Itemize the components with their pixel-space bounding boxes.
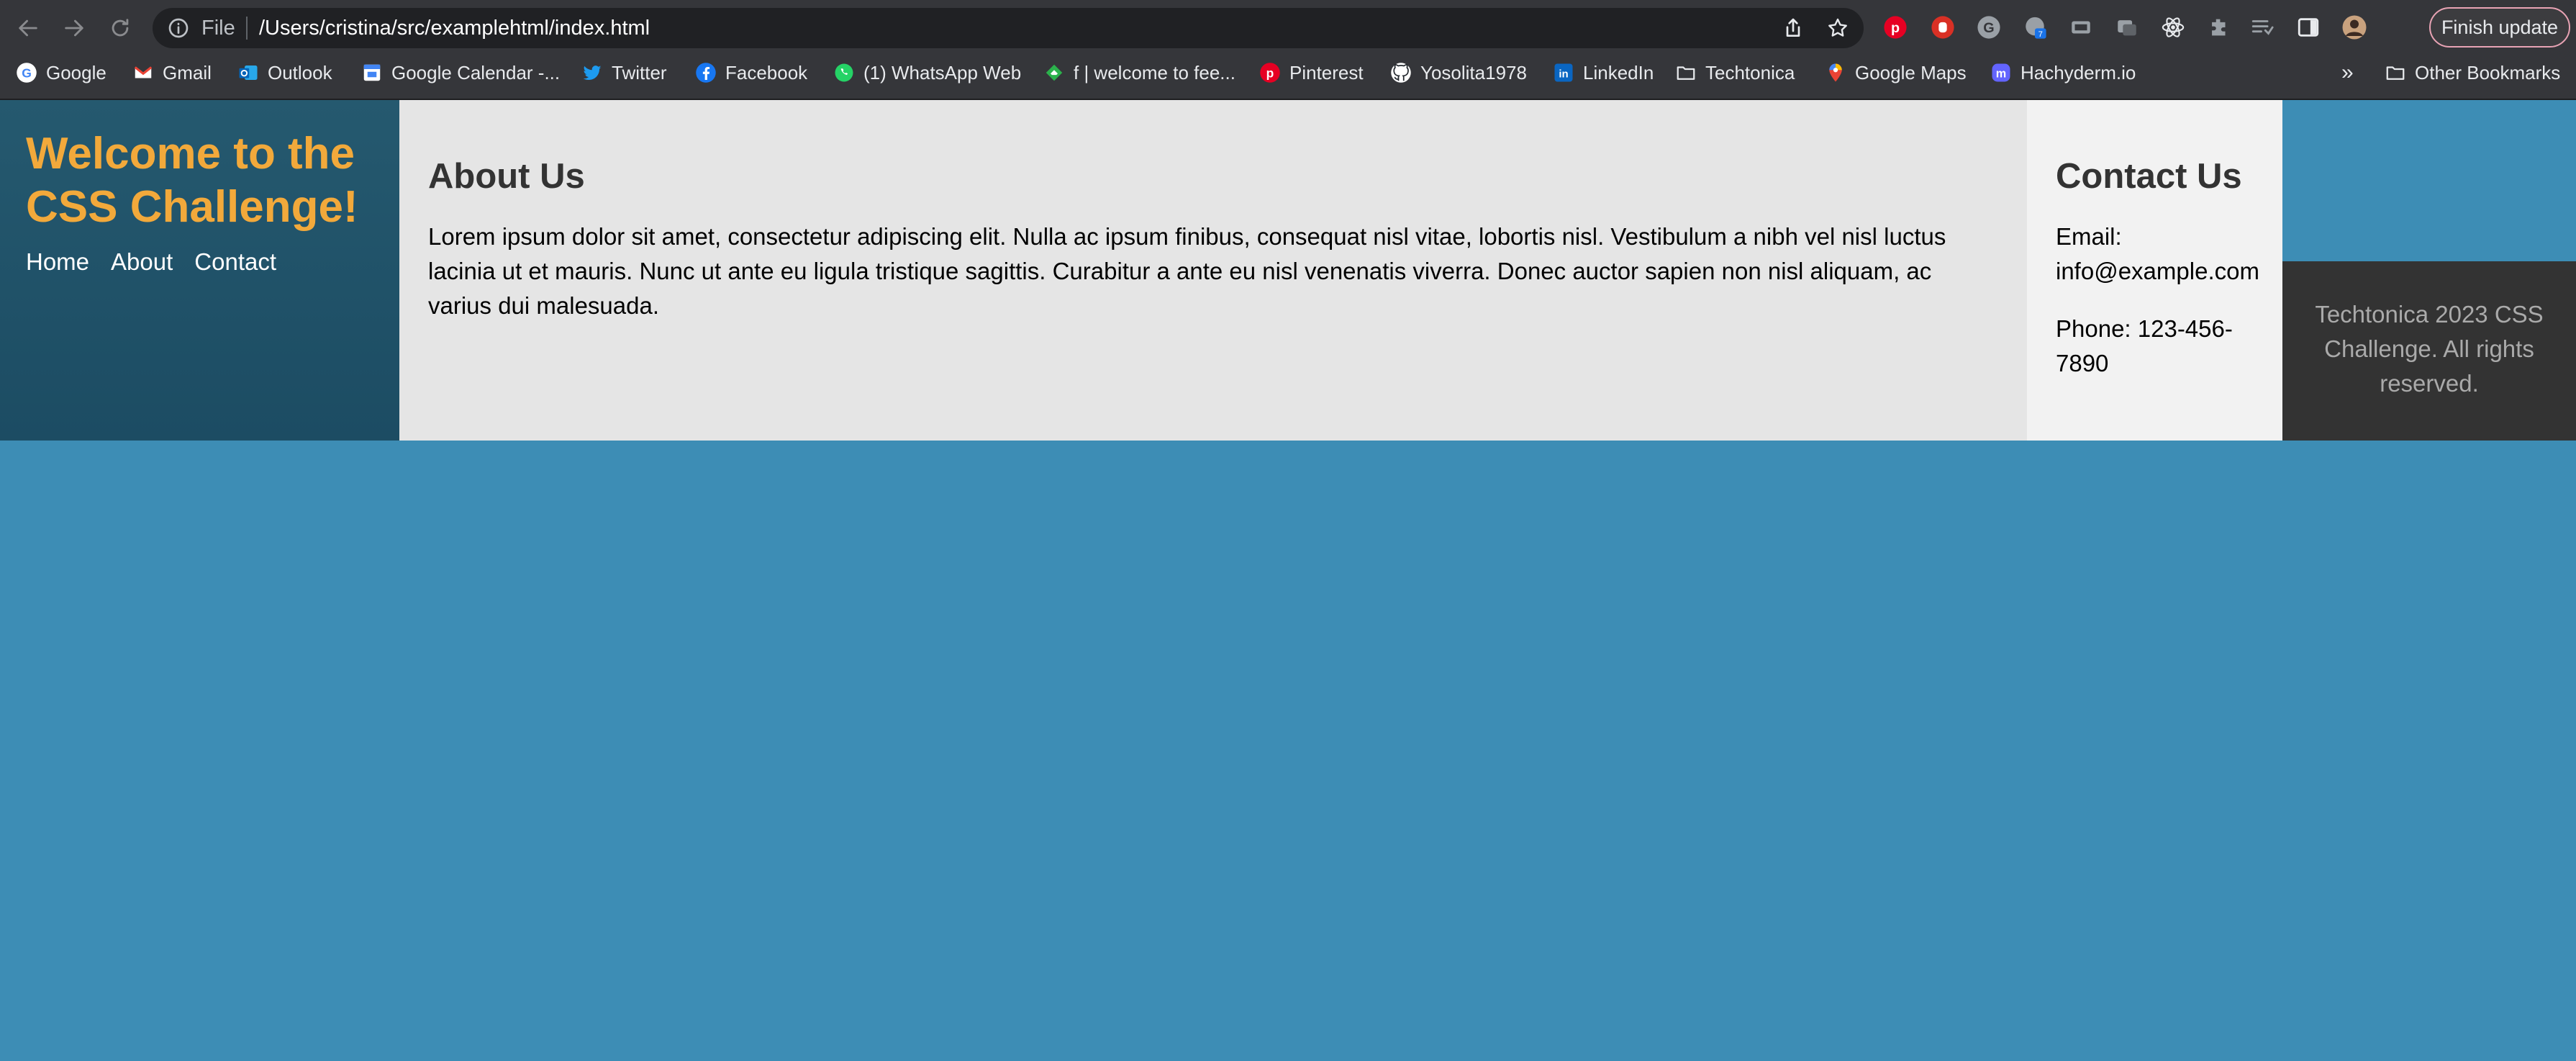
address-scheme: File [201, 17, 235, 40]
svg-text:7: 7 [2038, 30, 2043, 39]
reading-list-icon[interactable] [2249, 14, 2275, 40]
maps-icon [1825, 62, 1846, 83]
gmail-icon [132, 62, 154, 83]
bookmarks-overflow-button[interactable]: » [2341, 59, 2354, 86]
address-divider [246, 17, 248, 40]
svg-text:m: m [1996, 67, 2006, 80]
bookmark-outlook[interactable]: Outlook [237, 59, 332, 86]
bookmark-label: (1) WhatsApp Web [863, 61, 1022, 83]
back-arrow-icon [19, 19, 37, 37]
svg-text:in: in [1559, 68, 1568, 80]
facebook-icon [695, 62, 717, 83]
bookmark-whatsapp[interactable]: (1) WhatsApp Web [833, 59, 1021, 86]
bookmark-feedly[interactable]: f | welcome to fee... [1043, 59, 1235, 86]
nav-link-about[interactable]: About [111, 248, 173, 276]
bookmark-label: f | welcome to fee... [1074, 61, 1235, 83]
feedly-icon [1043, 62, 1065, 83]
browser-chrome: File /Users/cristina/src/examplehtml/ind… [0, 0, 2576, 100]
reload-icon [112, 19, 129, 37]
side-panel-icon[interactable] [2295, 14, 2321, 40]
bookmark-label: Hachyderm.io [2021, 61, 2136, 83]
share-icon[interactable] [1782, 17, 1805, 40]
bookmark-label: Other Bookmarks [2415, 61, 2561, 83]
bookmark-twitter[interactable]: Twitter [581, 59, 667, 86]
svg-text:G: G [1983, 20, 1994, 36]
bookmark-github[interactable]: Yosolita1978 [1390, 59, 1527, 86]
bookmark-google-maps[interactable]: Google Maps [1825, 59, 1967, 86]
site-nav: Home About Contact [26, 248, 399, 276]
contact-heading: Contact Us [2056, 157, 2242, 196]
bookmark-label: Techtonica [1705, 61, 1795, 83]
address-url[interactable]: /Users/cristina/src/examplehtml/index.ht… [259, 17, 650, 40]
bookmark-gmail[interactable]: Gmail [132, 59, 212, 86]
bookmark-label: Gmail [163, 61, 212, 83]
about-heading: About Us [428, 157, 585, 196]
contact-email: Email: info@example.com [2056, 223, 2259, 284]
bookmark-star-icon[interactable] [1826, 17, 1849, 40]
bookmark-google-calendar[interactable]: Google Calendar -... [361, 59, 560, 86]
contact-phone: Phone: 123-456-7890 [2056, 315, 2233, 376]
forward-button[interactable] [56, 10, 92, 46]
mastodon-icon: m [1990, 62, 2012, 83]
bookmark-google[interactable]: G Google [16, 59, 106, 86]
twitter-icon [581, 62, 603, 83]
reload-button[interactable] [102, 10, 138, 46]
bookmark-label: Google Maps [1855, 61, 1967, 83]
bookmark-label: Google Calendar -... [391, 61, 561, 83]
about-section: About Us Lorem ipsum dolor sit amet, con… [399, 100, 2027, 441]
pinterest-icon: p [1259, 62, 1281, 83]
pinterest-extension-icon[interactable]: p [1882, 14, 1908, 40]
about-body: Lorem ipsum dolor sit amet, consectetur … [428, 223, 1946, 319]
profile-avatar[interactable] [2341, 14, 2367, 40]
svg-text:p: p [1891, 20, 1900, 36]
svg-text:G: G [22, 66, 32, 80]
google-icon: G [16, 62, 37, 83]
contact-section: Contact Us Email: info@example.com Phone… [2027, 100, 2282, 441]
bookmark-linkedin[interactable]: in LinkedIn [1553, 59, 1654, 86]
calendar-icon [361, 62, 383, 83]
grammarly-extension-icon[interactable]: G [1976, 14, 2002, 40]
forward-arrow-icon [65, 19, 83, 37]
back-button[interactable] [10, 10, 46, 46]
nav-link-home[interactable]: Home [26, 248, 89, 276]
bookmarks-bar: G Google Gmail Outlook Google Calendar -… [0, 56, 2576, 89]
site-title: Welcome to the CSS Challenge! [26, 129, 358, 232]
hand-extension-icon[interactable] [1930, 14, 1956, 40]
bookmark-label: Google [46, 61, 106, 83]
address-bar[interactable]: File /Users/cristina/src/examplehtml/ind… [153, 8, 1864, 48]
linkedin-icon: in [1553, 62, 1574, 83]
whatsapp-icon [833, 62, 855, 83]
browser-toolbar: File /Users/cristina/src/examplehtml/ind… [0, 0, 2576, 56]
folder-icon [1675, 62, 1697, 83]
site-header: Welcome to the CSS Challenge! Home About… [0, 100, 399, 441]
bookmark-label: Pinterest [1289, 61, 1364, 83]
footer-text: Techtonica 2023 CSS Challenge. All right… [2315, 301, 2544, 397]
bookmark-techtonica[interactable]: Techtonica [1675, 59, 1795, 86]
overflow-chevron-icon: » [2341, 60, 2354, 84]
bookmark-label: Facebook [725, 61, 808, 83]
outlook-icon [237, 62, 259, 83]
css-extension-icon[interactable] [2068, 14, 2094, 40]
other-bookmarks[interactable]: Other Bookmarks [2385, 59, 2560, 86]
extensions-puzzle-icon[interactable] [2206, 14, 2232, 40]
react-devtools-icon[interactable] [2160, 14, 2186, 40]
bookmark-label: LinkedIn [1583, 61, 1654, 83]
chat-extension-icon[interactable]: 7 [2022, 14, 2048, 40]
web-page: Welcome to the CSS Challenge! Home About… [0, 100, 2576, 1061]
finish-update-button[interactable]: Finish update [2429, 7, 2570, 48]
bookmark-label: Twitter [612, 61, 667, 83]
bookmark-label: Outlook [268, 61, 332, 83]
svg-text:p: p [1266, 66, 1274, 80]
github-icon [1390, 62, 1412, 83]
info-icon[interactable] [167, 17, 190, 40]
bookmark-facebook[interactable]: Facebook [695, 59, 807, 86]
folder-icon [2385, 62, 2406, 83]
bookmark-label: Yosolita1978 [1420, 61, 1527, 83]
site-footer: Techtonica 2023 CSS Challenge. All right… [2282, 261, 2576, 441]
bookmark-hachyderm[interactable]: m Hachyderm.io [1990, 59, 2136, 86]
nav-link-contact[interactable]: Contact [194, 248, 276, 276]
translate-extension-icon[interactable] [2114, 14, 2140, 40]
bookmark-pinterest[interactable]: p Pinterest [1259, 59, 1364, 86]
